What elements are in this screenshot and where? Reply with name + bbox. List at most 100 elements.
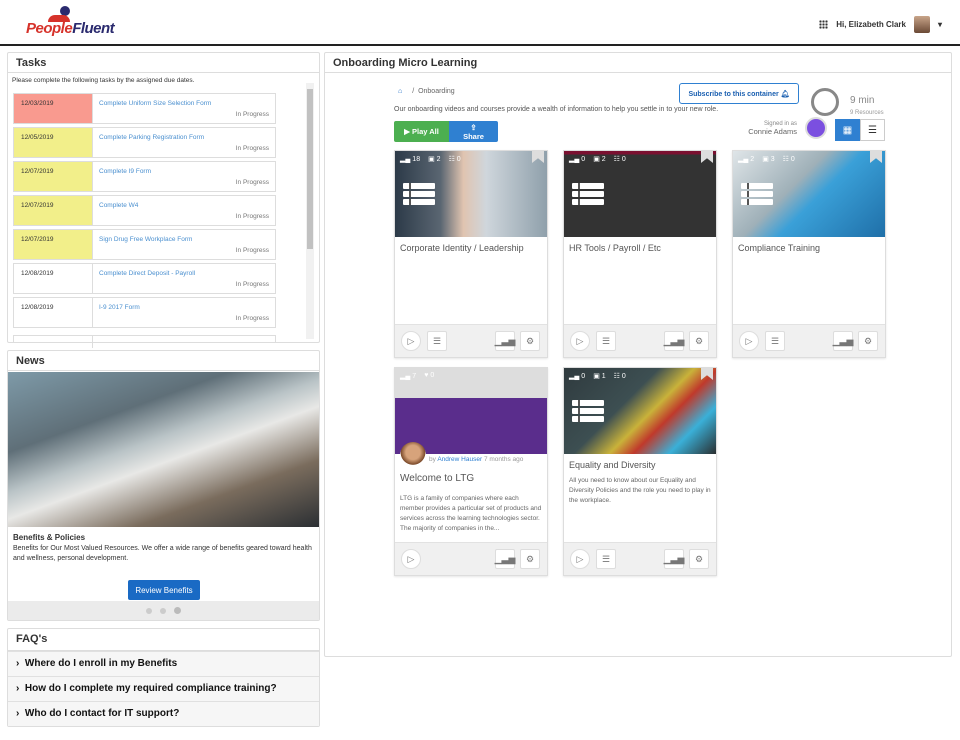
- stat-views: ▂▄ 0: [569, 373, 586, 380]
- stat-items: ☷ 0: [448, 156, 461, 163]
- carousel-dot-active[interactable]: [174, 607, 181, 614]
- avatar[interactable]: [913, 16, 930, 33]
- task-link[interactable]: Sign Drug Free Workplace Form: [99, 236, 192, 243]
- play-all-label: Play All: [412, 127, 439, 136]
- grid-view-button[interactable]: ▦: [835, 119, 860, 141]
- main-title: Onboarding Micro Learning: [325, 53, 951, 73]
- task-row[interactable]: 12/03/2019 Complete Uniform Size Selecti…: [13, 93, 276, 124]
- course-card[interactable]: ▂▄ 7 ♥ 0 by Andrew Hauser 7 months ago Wel…: [394, 367, 548, 576]
- list-icon[interactable]: ☰: [596, 331, 616, 351]
- task-status: In Progress: [235, 111, 269, 118]
- author-avatar: [400, 442, 426, 468]
- play-all-button[interactable]: ▶ Play All: [394, 121, 449, 142]
- card-footer: ▷ ☰ ▁▃▅ ⚙: [733, 324, 885, 357]
- task-due-date: 12/07/2019: [14, 230, 93, 259]
- review-benefits-button[interactable]: Review Benefits: [128, 580, 200, 600]
- course-thumbnail[interactable]: ▂▄ 7 ♥ 0: [395, 368, 547, 468]
- news-title: News: [8, 351, 319, 371]
- scrollbar-thumb[interactable]: [307, 89, 313, 249]
- logo[interactable]: PeopleFluent: [26, 20, 115, 37]
- task-link[interactable]: Complete Direct Deposit - Payroll: [99, 270, 195, 277]
- course-thumbnail[interactable]: ▂▄ 18 ▣ 2 ☷ 0: [395, 151, 547, 237]
- stat-media: ▣ 2: [593, 156, 606, 163]
- caret-down-icon[interactable]: ▾: [938, 20, 942, 29]
- course-title[interactable]: Corporate Identity / Leadership: [395, 237, 547, 259]
- task-row[interactable]: 12/08/2019 Complete Direct Deposit - Pay…: [13, 263, 276, 294]
- subscribe-button[interactable]: Subscribe to this container 🔔︎: [679, 83, 799, 104]
- bookmark-icon[interactable]: [532, 151, 544, 163]
- faq-item[interactable]: › Who do I contact for IT support?: [8, 701, 319, 726]
- signed-in-user: Connie Adams: [748, 127, 797, 136]
- task-link[interactable]: Complete Parking Registration Form: [99, 134, 204, 141]
- play-icon[interactable]: ▷: [570, 549, 590, 569]
- faq-question: Where do I enroll in my Benefits: [24, 658, 178, 669]
- user-menu[interactable]: Hi, Elizabeth Clark ▾: [819, 16, 942, 33]
- scrollbar[interactable]: [306, 83, 314, 339]
- stat-views: ▂▄ 18: [400, 156, 421, 163]
- course-thumbnail[interactable]: ▂▄ 0 ▣ 2 ☷ 0: [564, 151, 716, 237]
- carousel-dot[interactable]: [146, 607, 152, 614]
- home-icon[interactable]: ⌂: [398, 88, 402, 95]
- analytics-icon[interactable]: ▁▃▅: [664, 549, 684, 569]
- analytics-icon[interactable]: ▁▃▅: [833, 331, 853, 351]
- stopwatch-icon: [811, 88, 839, 116]
- settings-gear-icon[interactable]: ⚙: [520, 549, 540, 569]
- task-link[interactable]: I-9 2017 Form: [99, 304, 140, 311]
- course-card[interactable]: ▂▄ 0 ▣ 1 ☷ 0 Equality and Diversity All you…: [563, 367, 717, 576]
- course-card[interactable]: ▂▄ 18 ▣ 2 ☷ 0 Corporate Identity / Leaders…: [394, 150, 548, 358]
- bookmark-icon[interactable]: [532, 368, 544, 380]
- analytics-icon[interactable]: ▁▃▅: [495, 549, 515, 569]
- subscribe-label: Subscribe to this container: [688, 90, 779, 98]
- share-button[interactable]: ⇪ Share: [449, 121, 498, 142]
- list-icon[interactable]: ☰: [765, 331, 785, 351]
- breadcrumb-onboarding[interactable]: Onboarding: [418, 88, 455, 95]
- breadcrumb: ⌂ / Onboarding: [398, 88, 455, 95]
- bot-avatar[interactable]: [805, 117, 827, 139]
- play-icon[interactable]: ▷: [570, 331, 590, 351]
- settings-gear-icon[interactable]: ⚙: [520, 331, 540, 351]
- task-due-date: 12/07/2019: [14, 162, 93, 191]
- faq-item[interactable]: › Where do I enroll in my Benefits: [8, 651, 319, 676]
- course-thumbnail[interactable]: ▂▄ 2 ▣ 3 ☷ 0: [733, 151, 885, 237]
- play-icon[interactable]: ▷: [401, 331, 421, 351]
- list-icon[interactable]: ☰: [427, 331, 447, 351]
- task-row[interactable]: 12/07/2019 Complete W4 In Progress: [13, 195, 276, 226]
- faq-question: How do I complete my required compliance…: [24, 683, 277, 694]
- course-title[interactable]: HR Tools / Payroll / Etc: [564, 237, 716, 259]
- settings-gear-icon[interactable]: ⚙: [689, 549, 709, 569]
- faq-item[interactable]: › How do I complete my required complian…: [8, 676, 319, 701]
- carousel-dots: [8, 601, 319, 620]
- carousel-dot[interactable]: [160, 607, 166, 614]
- course-card[interactable]: ▂▄ 0 ▣ 2 ☷ 0 HR Tools / Payroll / Etc ▷ ☰ ▁▃▅…: [563, 150, 717, 358]
- card-footer: ▷ ☰ ▁▃▅ ⚙: [564, 324, 716, 357]
- task-link[interactable]: Complete W4: [99, 202, 138, 209]
- stat-views: ▂▄ 2: [738, 156, 755, 163]
- task-row[interactable]: 12/07/2019 Sign Drug Free Workplace Form…: [13, 229, 276, 260]
- task-row[interactable]: 12/08/2019 I-9 2017 Form In Progress: [13, 297, 276, 328]
- stat-items: ☷ 0: [782, 156, 795, 163]
- task-link[interactable]: Complete I9 Form: [99, 168, 151, 175]
- bookmark-icon[interactable]: [701, 151, 713, 163]
- course-card[interactable]: ▂▄ 2 ▣ 3 ☷ 0 Compliance Training ▷ ☰ ▁▃▅ ⚙: [732, 150, 886, 358]
- analytics-icon[interactable]: ▁▃▅: [664, 331, 684, 351]
- apps-grid-icon[interactable]: [819, 20, 829, 29]
- course-title[interactable]: Equality and Diversity: [564, 454, 716, 476]
- task-row[interactable]: 12/05/2019 Complete Parking Registration…: [13, 127, 276, 158]
- course-title[interactable]: Compliance Training: [733, 237, 885, 259]
- play-icon[interactable]: ▷: [739, 331, 759, 351]
- play-icon[interactable]: ▷: [401, 549, 421, 569]
- course-stats: ▂▄ 2 ▣ 3 ☷ 0: [738, 155, 795, 163]
- bookmark-icon[interactable]: [701, 368, 713, 380]
- course-thumbnail[interactable]: ▂▄ 0 ▣ 1 ☷ 0: [564, 368, 716, 454]
- task-row[interactable]: 12/07/2019 Complete I9 Form In Progress: [13, 161, 276, 192]
- settings-gear-icon[interactable]: ⚙: [689, 331, 709, 351]
- duration: 9 min: [850, 95, 875, 106]
- course-title[interactable]: Welcome to LTG: [395, 463, 547, 494]
- author-link[interactable]: Andrew Hauser: [437, 456, 482, 463]
- list-icon[interactable]: ☰: [596, 549, 616, 569]
- list-view-button[interactable]: ☰: [860, 119, 885, 141]
- bookmark-icon[interactable]: [870, 151, 882, 163]
- settings-gear-icon[interactable]: ⚙: [858, 331, 878, 351]
- analytics-icon[interactable]: ▁▃▅: [495, 331, 515, 351]
- task-link[interactable]: Complete Uniform Size Selection Form: [99, 100, 211, 107]
